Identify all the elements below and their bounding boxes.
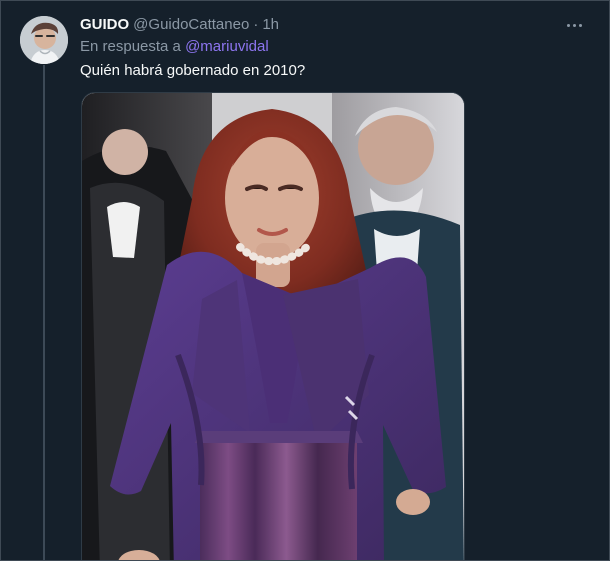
- tweet-time[interactable]: 1h: [262, 16, 279, 33]
- avatar[interactable]: [20, 16, 68, 64]
- more-options-icon[interactable]: [561, 15, 587, 35]
- more-dot: [566, 23, 570, 27]
- thread-line: [43, 65, 45, 560]
- separator-dot: ·: [253, 16, 259, 33]
- tweet-text: Quién habrá gobernado en 2010?: [80, 62, 306, 79]
- user-handle[interactable]: @GuidoCattaneo: [133, 16, 249, 33]
- photo-illustration: [82, 93, 464, 560]
- tweet-photo[interactable]: [81, 92, 465, 560]
- more-dot: [578, 23, 582, 27]
- tweet-reply: GUIDO @GuidoCattaneo · 1h En respuesta a…: [0, 0, 610, 561]
- more-dot: [572, 23, 576, 27]
- tweet-header: GUIDO @GuidoCattaneo · 1h: [80, 16, 279, 36]
- display-name[interactable]: GUIDO: [80, 16, 129, 33]
- reply-prefix: En respuesta a: [80, 38, 181, 55]
- reply-context: En respuesta a @mariuvidal: [80, 38, 269, 55]
- reply-to-link[interactable]: @mariuvidal: [185, 38, 269, 55]
